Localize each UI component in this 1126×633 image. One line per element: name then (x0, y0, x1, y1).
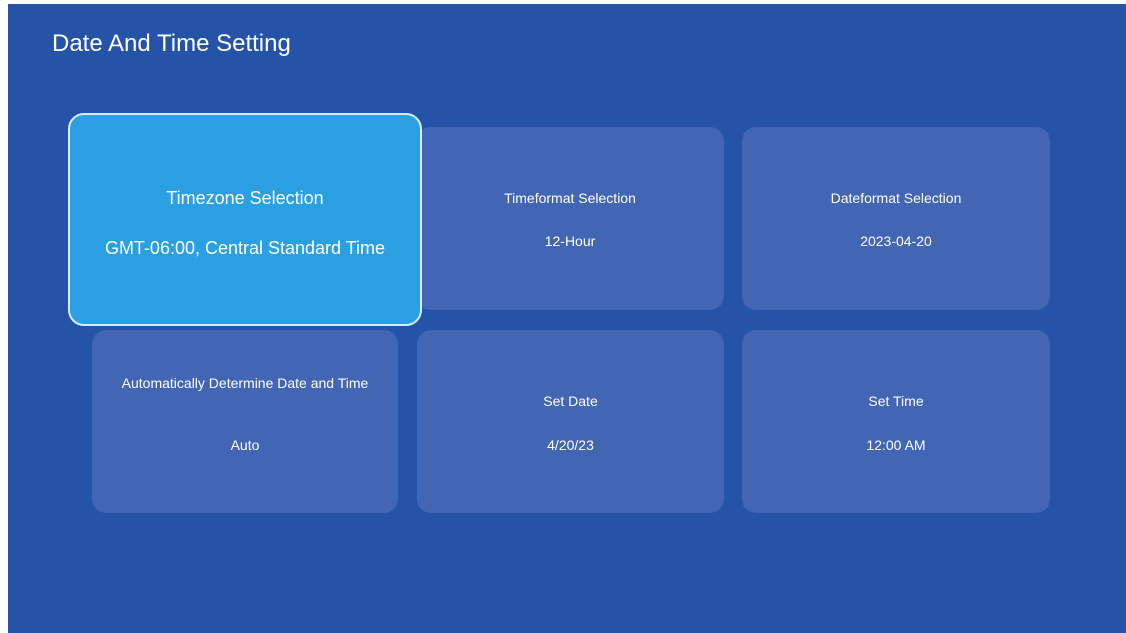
tile-timeformat-selection[interactable]: Timeformat Selection 12-Hour (416, 127, 724, 310)
tile-label: Timeformat Selection (504, 190, 636, 206)
tile-value: GMT-06:00, Central Standard Time (104, 238, 386, 258)
tile-label: Automatically Determine Date and Time (121, 375, 369, 391)
tile-auto-date-time[interactable]: Automatically Determine Date and Time Au… (92, 330, 398, 513)
tile-label: Dateformat Selection (830, 190, 962, 206)
tile-value: Auto (230, 437, 260, 453)
tile-timezone-selection[interactable]: Timezone Selection GMT-06:00, Central St… (68, 113, 422, 326)
tile-label: Set Time (868, 393, 924, 409)
tile-value: 12-Hour (544, 233, 596, 249)
tile-value: 2023-04-20 (860, 233, 932, 249)
tile-set-time[interactable]: Set Time 12:00 AM (742, 330, 1050, 513)
settings-screen: Date And Time Setting Timeformat Selecti… (8, 4, 1126, 633)
page-title: Date And Time Setting (52, 30, 291, 57)
tile-set-date[interactable]: Set Date 4/20/23 (417, 330, 724, 513)
tile-dateformat-selection[interactable]: Dateformat Selection 2023-04-20 (742, 127, 1050, 310)
tile-label: Timezone Selection (166, 188, 324, 208)
tile-value: 4/20/23 (547, 437, 594, 453)
tile-value: 12:00 AM (866, 437, 926, 453)
tile-label: Set Date (543, 393, 598, 409)
